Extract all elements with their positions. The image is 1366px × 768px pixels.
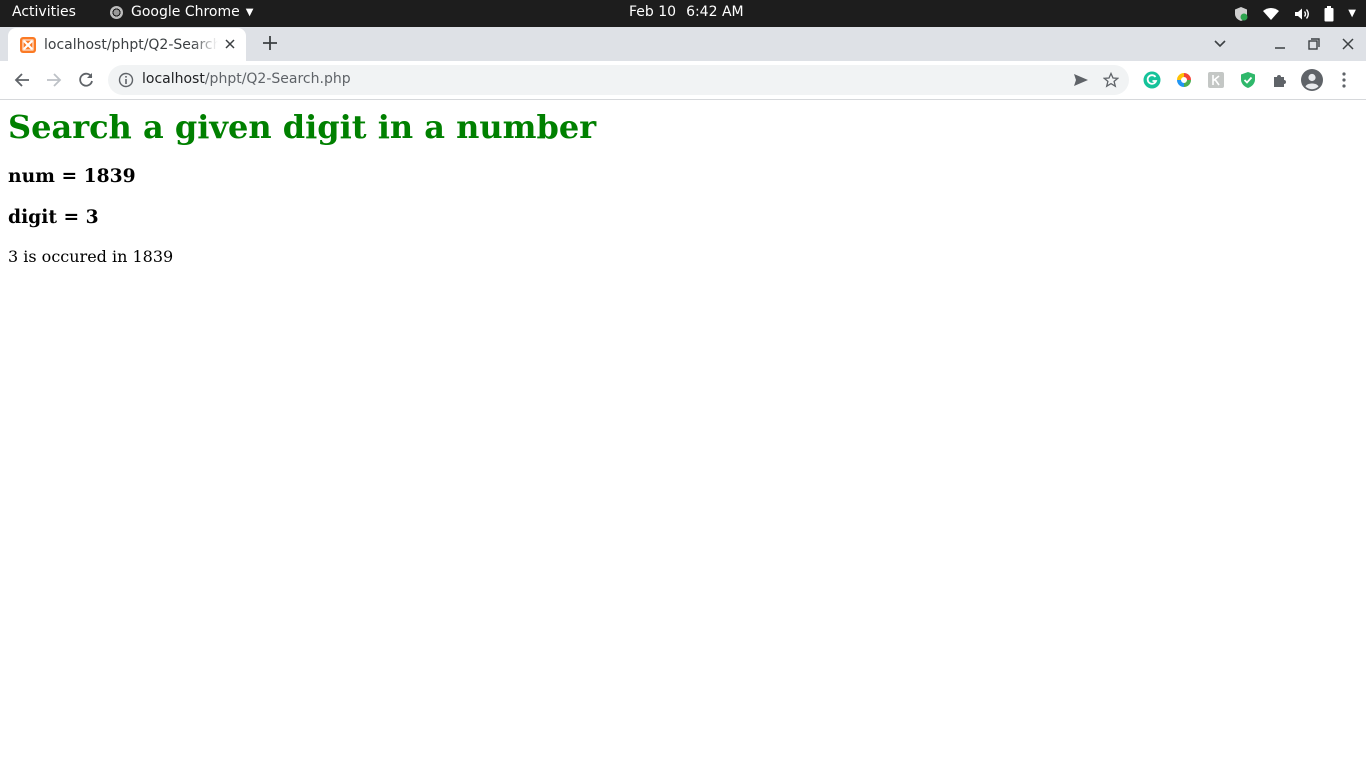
battery-icon xyxy=(1324,5,1334,22)
url-path: /phpt/Q2-Search.php xyxy=(204,71,351,87)
tab-title: localhost/phpt/Q2-Search.php xyxy=(44,36,218,53)
url-host: localhost xyxy=(142,71,205,87)
url-text[interactable]: localhost/phpt/Q2-Search.php xyxy=(142,71,351,87)
new-tab-button[interactable] xyxy=(260,33,280,53)
clock[interactable]: Feb 10 6:42 AM xyxy=(629,4,744,20)
tab-search-chevron-icon[interactable] xyxy=(1212,36,1228,52)
activities-button[interactable]: Activities xyxy=(12,4,76,20)
send-to-devices-icon[interactable] xyxy=(1073,72,1089,88)
page-content: Search a given digit in a number num = 1… xyxy=(0,100,1366,768)
minimize-icon[interactable] xyxy=(1272,36,1288,52)
app-name: Google Chrome xyxy=(131,4,240,20)
color-wheel-icon[interactable] xyxy=(1174,70,1194,90)
bookmark-star-icon[interactable] xyxy=(1102,71,1120,88)
keyword-extension-icon[interactable] xyxy=(1206,70,1226,90)
tab-active[interactable]: localhost/phpt/Q2-Search.php xyxy=(8,28,246,61)
site-info-icon[interactable] xyxy=(118,72,134,88)
system-tray[interactable]: ▼ xyxy=(1234,0,1356,27)
tab-strip: localhost/phpt/Q2-Search.php xyxy=(0,27,1366,61)
volume-icon xyxy=(1294,7,1310,21)
xampp-icon xyxy=(20,36,36,53)
system-menu-caret-icon: ▼ xyxy=(1348,8,1356,19)
address-bar[interactable]: localhost/phpt/Q2-Search.php xyxy=(108,65,1129,95)
wifi-icon xyxy=(1262,7,1280,21)
browser-toolbar: localhost/phpt/Q2-Search.php xyxy=(0,61,1366,100)
page-heading: Search a given digit in a number xyxy=(8,108,597,146)
grammarly-icon[interactable] xyxy=(1142,70,1162,90)
num-line: num = 1839 xyxy=(8,165,136,187)
profile-avatar-icon[interactable] xyxy=(1301,69,1323,91)
digit-line: digit = 3 xyxy=(8,206,99,228)
shield-check-icon[interactable] xyxy=(1238,70,1258,90)
system-top-bar: Activities Google Chrome ▼ Feb 10 6:42 AM… xyxy=(0,0,1366,27)
back-arrow-icon[interactable] xyxy=(10,68,34,92)
result-text: 3 is occured in 1839 xyxy=(8,247,174,266)
restore-icon[interactable] xyxy=(1306,36,1322,52)
time-label: 6:42 AM xyxy=(686,4,744,20)
chrome-icon xyxy=(110,5,123,19)
kebab-menu-icon[interactable] xyxy=(1334,70,1354,90)
app-menu[interactable]: Google Chrome ▼ xyxy=(110,4,253,20)
caret-down-icon: ▼ xyxy=(245,6,254,18)
date-label: Feb 10 xyxy=(629,4,677,20)
puzzle-icon[interactable] xyxy=(1270,70,1290,90)
forward-arrow-icon[interactable] xyxy=(42,68,66,92)
security-shield-icon xyxy=(1234,6,1248,22)
tab-close-icon[interactable] xyxy=(222,36,238,52)
reload-icon[interactable] xyxy=(74,68,98,92)
close-window-icon[interactable] xyxy=(1340,36,1356,52)
window-controls xyxy=(1212,27,1356,61)
